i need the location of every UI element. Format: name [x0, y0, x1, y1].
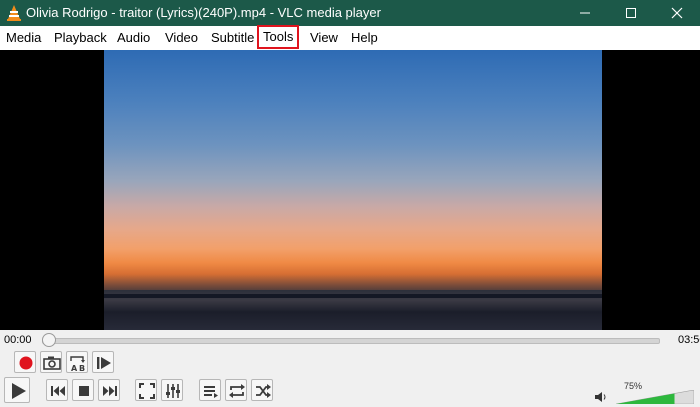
snapshot-icon — [43, 356, 61, 370]
playlist-icon — [204, 386, 218, 398]
svg-text:B: B — [79, 364, 85, 373]
next-icon — [103, 386, 117, 396]
previous-button[interactable] — [46, 379, 68, 401]
menu-subtitle[interactable]: Subtitle — [211, 30, 254, 46]
svg-text:A: A — [71, 364, 78, 373]
elapsed-time: 00:00 — [4, 334, 32, 346]
playlist-button[interactable] — [199, 379, 221, 401]
close-icon — [671, 7, 683, 19]
maximize-button[interactable] — [608, 0, 654, 26]
minimize-button[interactable] — [562, 0, 608, 26]
stop-button[interactable] — [72, 379, 94, 401]
play-button[interactable] — [4, 377, 30, 403]
previous-icon — [51, 386, 65, 396]
video-area[interactable] — [0, 50, 700, 330]
menu-help[interactable]: Help — [351, 30, 378, 46]
minimize-icon — [580, 12, 590, 14]
speaker-icon[interactable] — [594, 391, 608, 403]
loop-icon — [229, 384, 245, 398]
seek-handle[interactable] — [42, 333, 56, 347]
loop-ab-icon: A B — [70, 356, 85, 373]
loop-button[interactable] — [225, 379, 247, 401]
window-title: Olivia Rodrigo - traitor (Lyrics)(240P).… — [26, 5, 381, 20]
fullscreen-button[interactable] — [135, 379, 157, 401]
menu-bar: Media Playback Audio Video Subtitle Tool… — [0, 25, 700, 50]
extended-settings-icon — [166, 384, 180, 398]
stop-icon — [79, 386, 89, 396]
snapshot-button[interactable] — [40, 351, 62, 373]
next-button[interactable] — [98, 379, 120, 401]
video-horizon — [104, 294, 602, 298]
volume-slider[interactable] — [616, 390, 694, 404]
fullscreen-icon — [139, 383, 155, 399]
frame-step-button[interactable] — [92, 351, 114, 373]
menu-tools[interactable]: Tools — [256, 25, 300, 49]
title-bar: Olivia Rodrigo - traitor (Lyrics)(240P).… — [0, 0, 700, 26]
menu-playback[interactable]: Playback — [54, 30, 107, 46]
random-icon — [256, 384, 271, 398]
menu-view[interactable]: View — [310, 30, 338, 46]
frame-step-icon — [97, 357, 111, 369]
loop-ab-button[interactable]: A B — [66, 351, 88, 373]
vlc-cone-icon — [7, 5, 21, 21]
menu-media[interactable]: Media — [6, 30, 41, 46]
seek-bar[interactable] — [42, 338, 660, 344]
close-button[interactable] — [654, 0, 700, 26]
video-frame — [104, 50, 602, 330]
record-icon — [19, 356, 33, 370]
random-button[interactable] — [251, 379, 273, 401]
play-icon — [12, 383, 26, 399]
total-time: 03:50 — [678, 334, 700, 346]
menu-video[interactable]: Video — [165, 30, 198, 46]
record-button[interactable] — [14, 351, 36, 373]
control-panel: 00:00 03:50 A B — [0, 330, 700, 407]
extended-settings-button[interactable] — [161, 379, 183, 401]
maximize-icon — [626, 8, 636, 18]
menu-audio[interactable]: Audio — [117, 30, 150, 46]
